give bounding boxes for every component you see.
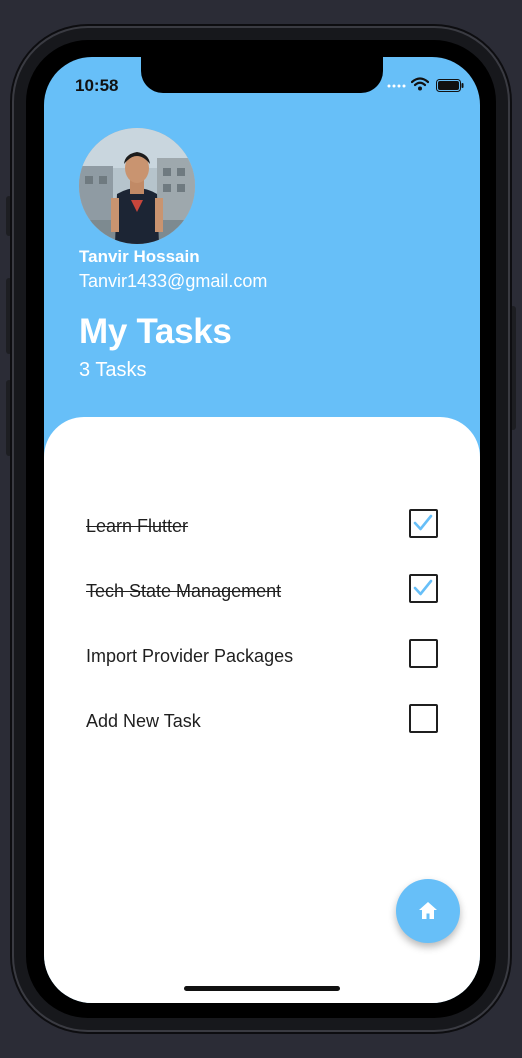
task-label: Learn Flutter	[86, 516, 189, 536]
profile-email: Tanvir1433@gmail.com	[79, 271, 268, 291]
wifi-icon	[411, 77, 429, 91]
check-icon	[413, 579, 433, 596]
notch	[141, 57, 383, 93]
task-item-tech-state-management[interactable]: Tech State Management	[86, 574, 438, 610]
task-item-import-provider-packages[interactable]: Import Provider Packages	[86, 639, 438, 675]
power-button	[510, 306, 516, 430]
home-indicator[interactable]	[184, 986, 340, 991]
cellular-signal-icon	[387, 84, 406, 88]
profile-name: Tanvir Hossain	[79, 247, 200, 266]
task-checkbox[interactable]	[409, 509, 438, 538]
task-item-add-new-task[interactable]: Add New Task	[86, 704, 438, 740]
check-icon	[413, 514, 433, 531]
task-checkbox[interactable]	[409, 639, 438, 668]
task-item-learn-flutter[interactable]: Learn Flutter	[86, 509, 438, 545]
task-checkbox[interactable]	[409, 574, 438, 603]
avatar[interactable]	[79, 128, 195, 244]
home-fab-button[interactable]	[396, 879, 460, 943]
status-time: 10:58	[75, 76, 119, 95]
task-count: 3 Tasks	[79, 359, 147, 381]
task-label: Import Provider Packages	[86, 646, 294, 666]
page-title: My Tasks	[79, 312, 232, 351]
task-label: Tech State Management	[86, 581, 282, 601]
task-label: Add New Task	[86, 711, 201, 731]
home-icon	[419, 902, 437, 919]
task-checkbox[interactable]	[409, 704, 438, 733]
app-screen: 10:58 Tanvir Hossain Tanvir1433@gmail.co…	[44, 57, 480, 1003]
battery-icon	[436, 79, 464, 92]
device-stage: 10:58 Tanvir Hossain Tanvir1433@gmail.co…	[0, 0, 522, 1058]
avatar-photo	[79, 128, 195, 244]
